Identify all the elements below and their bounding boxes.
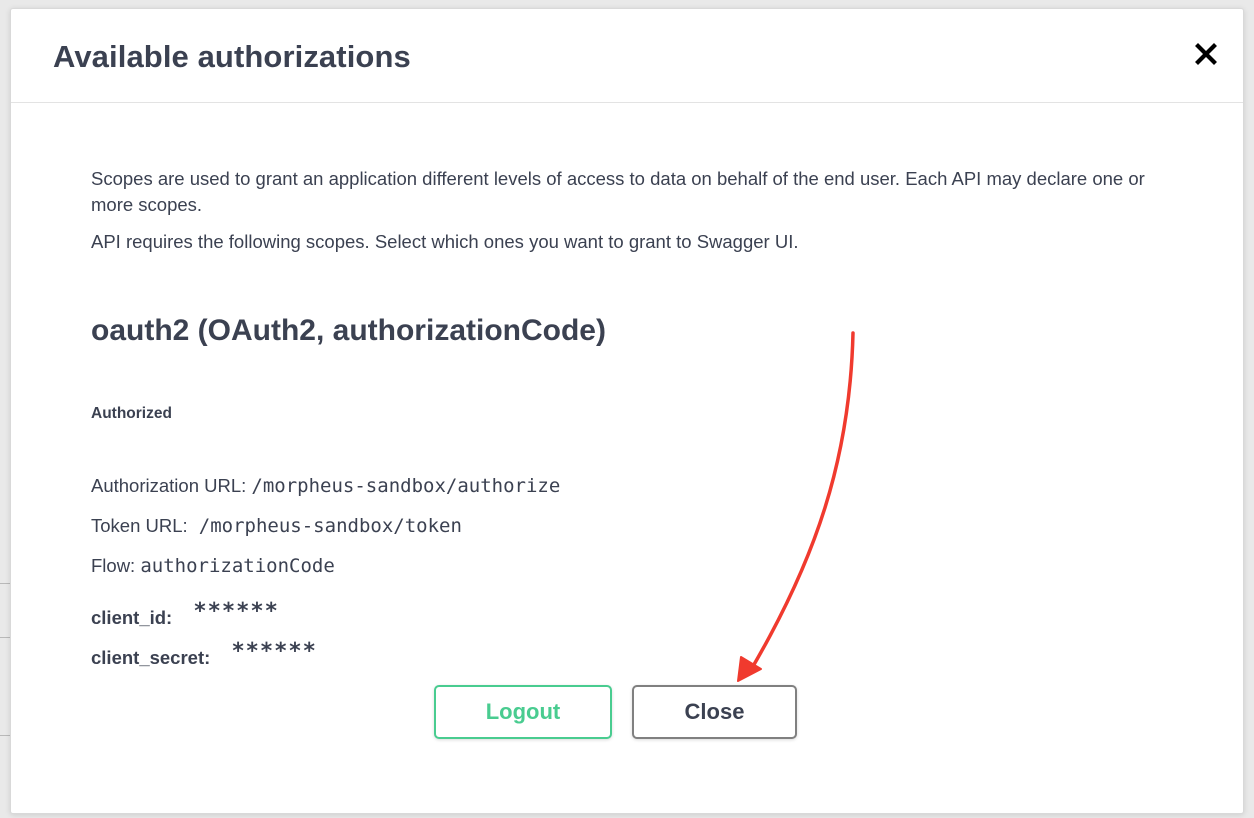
authorized-status: Authorized <box>91 405 172 422</box>
authorization-url-row: Authorization URL: /morpheus-sandbox/aut… <box>91 475 560 497</box>
modal-title: Available authorizations <box>53 39 411 74</box>
token-url-row: Token URL: /morpheus-sandbox/token <box>91 515 462 537</box>
client-secret-label: client_secret: <box>91 647 211 668</box>
modal-header: Available authorizations <box>11 9 1243 103</box>
close-x-icon[interactable] <box>1193 41 1219 67</box>
scopes-instruction: API requires the following scopes. Selec… <box>91 231 799 252</box>
client-id-label: client_id: <box>91 607 173 628</box>
auth-scheme-title: oauth2 (OAuth2, authorizationCode) <box>91 314 606 347</box>
scopes-description: Scopes are used to grant an application … <box>91 168 1145 215</box>
authorization-url-value: /morpheus-sandbox/authorize <box>251 475 561 497</box>
flow-label: Flow: <box>91 555 136 576</box>
client-id-value: ****** <box>193 599 279 624</box>
authorization-url-label: Authorization URL: <box>91 475 247 496</box>
flow-row: Flow: authorizationCode <box>91 555 335 577</box>
client-secret-value: ****** <box>231 639 317 664</box>
token-url-value: /morpheus-sandbox/token <box>198 515 462 537</box>
client-secret-row: client_secret: ****** <box>91 639 317 670</box>
flow-value: authorizationCode <box>140 555 335 577</box>
authorization-modal: Available authorizations Scopes are used… <box>10 8 1244 814</box>
close-button[interactable]: Close <box>632 685 797 739</box>
token-url-label: Token URL: <box>91 515 188 536</box>
logout-button[interactable]: Logout <box>434 685 612 739</box>
client-id-row: client_id: ****** <box>91 599 279 630</box>
